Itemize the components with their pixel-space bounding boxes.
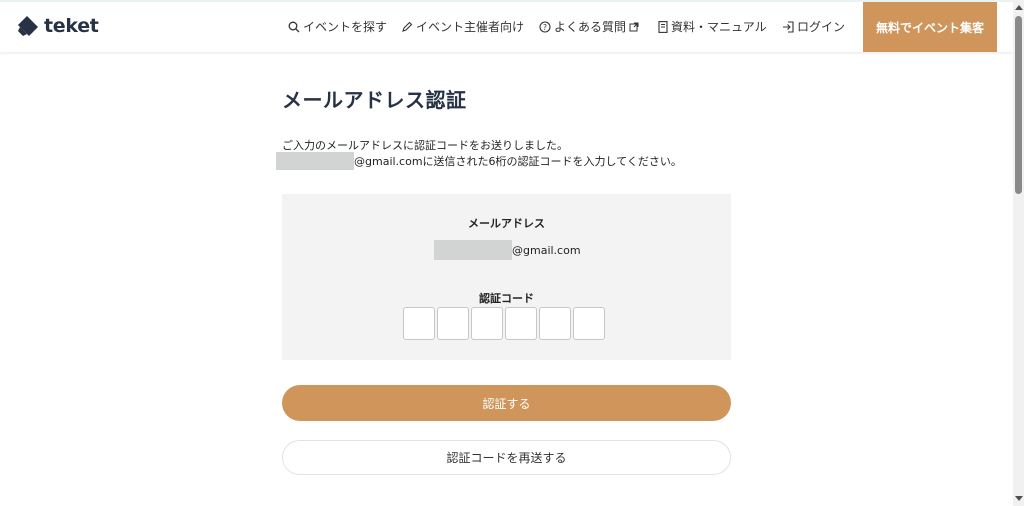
- site-header: teket イベントを探す イベント主催者向け ? よくある質問 資料・マニュア…: [0, 0, 1013, 52]
- description-line-1: ご入力のメールアドレスに認証コードをお送りしました。: [282, 139, 568, 152]
- search-icon: [288, 21, 300, 32]
- code-digit-input-2[interactable]: [437, 307, 469, 340]
- code-digit-input-4[interactable]: [505, 307, 537, 340]
- nav-login-label: ログイン: [797, 20, 846, 34]
- page-title: メールアドレス認証: [282, 88, 467, 112]
- question-circle-icon: ?: [539, 20, 551, 33]
- scroll-thumb[interactable]: [1015, 16, 1022, 194]
- logo-text: teket: [44, 15, 99, 37]
- teket-logo[interactable]: teket: [17, 15, 99, 37]
- svg-text:?: ?: [543, 23, 547, 32]
- nav-login[interactable]: ログイン: [782, 18, 845, 35]
- email-domain: @gmail.com: [512, 243, 581, 257]
- nav-faq[interactable]: ? よくある質問: [539, 18, 642, 35]
- pen-icon: [402, 21, 413, 32]
- code-digit-input-6[interactable]: [573, 307, 605, 340]
- scroll-up-arrow-icon[interactable]: [1015, 5, 1023, 10]
- description-line-2-text: @gmail.comに送信された6桁の認証コードを入力してください。: [354, 155, 682, 168]
- resend-code-button[interactable]: 認証コードを再送する: [282, 440, 731, 475]
- redacted-email-local-part: [276, 152, 354, 170]
- email-display: @gmail.com: [434, 240, 581, 260]
- code-digit-input-3[interactable]: [471, 307, 503, 340]
- code-digit-input-1[interactable]: [403, 307, 435, 340]
- scroll-down-arrow-icon[interactable]: [1015, 496, 1023, 501]
- nav-for-organizers[interactable]: イベント主催者向け: [401, 18, 524, 35]
- code-label: 認証コード: [479, 292, 534, 305]
- nav-docs[interactable]: 資料・マニュアル: [658, 18, 767, 35]
- external-link-icon: [629, 22, 639, 31]
- verification-code-inputs: [403, 307, 605, 340]
- nav-search-label: イベントを探す: [303, 20, 388, 34]
- description-line-2: @gmail.comに送信された6桁の認証コードを入力してください。: [276, 152, 682, 170]
- nav-organizers-label: イベント主催者向け: [416, 20, 525, 34]
- redacted-email-local-part: [434, 240, 512, 260]
- email-label: メールアドレス: [468, 217, 545, 230]
- document-icon: [658, 20, 668, 33]
- verification-panel: メールアドレス @gmail.com 認証コード: [282, 194, 731, 360]
- code-digit-input-5[interactable]: [539, 307, 571, 340]
- nav-docs-label: 資料・マニュアル: [671, 20, 767, 34]
- free-event-promotion-button[interactable]: 無料でイベント集客: [863, 2, 997, 52]
- login-icon: [783, 20, 794, 33]
- nav-faq-label: よくある質問: [554, 20, 627, 34]
- page-scrollbar[interactable]: [1013, 0, 1024, 506]
- verify-button[interactable]: 認証する: [282, 385, 731, 421]
- nav-search-events[interactable]: イベントを探す: [288, 18, 387, 35]
- teket-logo-icon: [18, 16, 38, 36]
